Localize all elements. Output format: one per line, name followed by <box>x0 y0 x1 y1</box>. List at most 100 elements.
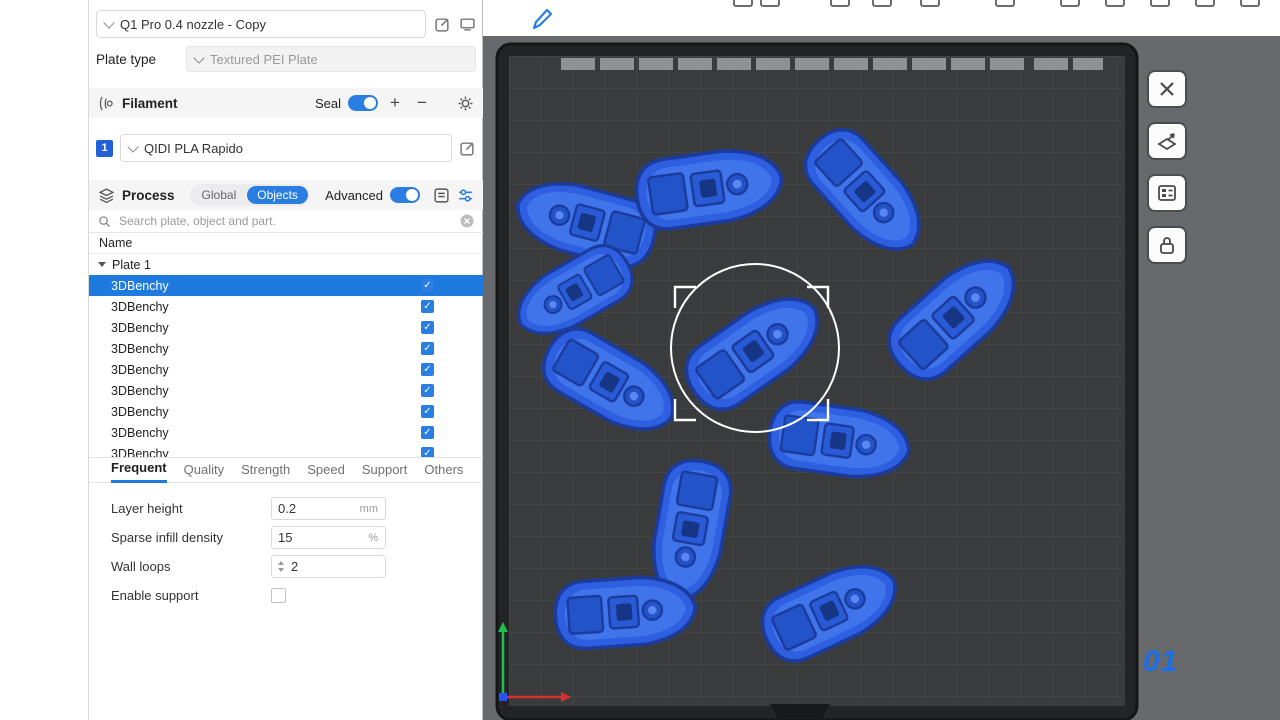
object-label: 3DBenchy <box>111 321 169 335</box>
filament-settings-gear-icon[interactable] <box>457 95 474 112</box>
toolbar-icon-partial[interactable] <box>995 0 1015 7</box>
search-row <box>89 210 483 233</box>
toolbar-icon-partial[interactable] <box>1195 0 1215 7</box>
toolbar-icon-partial[interactable] <box>733 0 753 7</box>
viewport-3d[interactable]: 01 <box>483 0 1280 720</box>
seal-label: Seal <box>315 96 341 111</box>
checkbox-checked[interactable]: ✓ <box>421 405 434 418</box>
sidebar: Q1 Pro 0.4 nozzle - Copy Plate type Text… <box>0 0 483 720</box>
object-label: 3DBenchy <box>111 426 169 440</box>
process-scope-switch: Global Objects <box>190 184 310 206</box>
filament-slot-row: 1 QIDI PLA Rapido <box>96 134 476 162</box>
checkbox-checked[interactable]: ✓ <box>421 279 434 292</box>
stepper-arrows-icon[interactable] <box>278 561 284 572</box>
wall-loops-input[interactable] <box>291 559 346 574</box>
tab-support[interactable]: Support <box>362 462 408 482</box>
collapse-chevron-icon[interactable] <box>98 262 106 267</box>
printer-select[interactable]: Q1 Pro 0.4 nozzle - Copy <box>96 10 426 38</box>
scope-global[interactable]: Global <box>192 186 247 204</box>
toolbar-icon-partial[interactable] <box>1150 0 1170 7</box>
object-label: 3DBenchy <box>111 384 169 398</box>
process-header: Process Global Objects Advanced <box>89 180 483 210</box>
auto-orient-icon <box>1156 130 1178 152</box>
layer-height-input[interactable] <box>278 501 348 516</box>
tab-quality[interactable]: Quality <box>184 462 224 482</box>
object-label: 3DBenchy <box>111 300 169 314</box>
plate-type-label: Plate type <box>96 52 186 67</box>
parameter-list-icon[interactable] <box>433 187 450 204</box>
object-settings-icon[interactable] <box>457 187 474 204</box>
toolbar-icon-partial[interactable] <box>872 0 892 7</box>
checkbox-checked[interactable]: ✓ <box>421 384 434 397</box>
scope-objects[interactable]: Objects <box>247 186 308 204</box>
edit-pencil-icon[interactable] <box>527 4 557 34</box>
sparse-infill-row: Sparse infill density % <box>111 526 483 549</box>
object-row[interactable]: 3DBenchy ✓ <box>89 380 483 401</box>
toolbar-icon-partial[interactable] <box>1060 0 1080 7</box>
wall-loops-row: Wall loops <box>111 555 483 578</box>
objects-name-header: Name <box>89 233 483 254</box>
checkbox-checked[interactable]: ✓ <box>421 447 434 458</box>
tab-frequent[interactable]: Frequent <box>111 460 167 483</box>
auto-orient-button[interactable] <box>1147 122 1187 160</box>
settings-tabs: Frequent Quality Strength Speed Support … <box>89 458 483 483</box>
layer-height-row: Layer height mm <box>111 497 483 520</box>
filament-header: Filament Seal + − <box>89 88 483 118</box>
object-label: 3DBenchy <box>111 342 169 356</box>
tab-others[interactable]: Others <box>424 462 463 482</box>
object-row[interactable]: 3DBenchy ✓ <box>89 317 483 338</box>
objects-tree: Plate 1 3DBenchy ✓ 3DBenchy ✓ 3DBenchy ✓ 3D… <box>89 254 483 458</box>
filament-select[interactable]: QIDI PLA Rapido <box>120 134 452 162</box>
remove-filament-button[interactable]: − <box>412 94 432 112</box>
plate-tree-label: Plate 1 <box>112 258 151 272</box>
checkbox-checked[interactable]: ✓ <box>421 426 434 439</box>
object-row[interactable]: 3DBenchy✓ <box>89 359 483 380</box>
chevron-down-icon <box>193 52 204 63</box>
plate-type-row: Plate type Textured PEI Plate <box>96 46 476 72</box>
enable-support-row: Enable support <box>111 584 483 607</box>
edit-printer-icon[interactable] <box>434 16 451 33</box>
viewport-topbar <box>483 0 1280 36</box>
search-icon <box>98 215 111 228</box>
checkbox-checked[interactable]: ✓ <box>421 342 434 355</box>
object-row[interactable]: 3DBenchy✓ <box>89 275 483 296</box>
arrange-icon <box>1156 182 1178 204</box>
checkbox-checked[interactable]: ✓ <box>421 321 434 334</box>
toolbar-icon-partial[interactable] <box>1105 0 1125 7</box>
process-layers-icon <box>98 187 115 204</box>
object-row[interactable]: 3DBenchy ✓ <box>89 401 483 422</box>
enable-support-checkbox[interactable] <box>271 588 286 603</box>
search-input[interactable] <box>117 213 454 229</box>
device-monitor-icon[interactable] <box>459 16 476 33</box>
tab-strength[interactable]: Strength <box>241 462 290 482</box>
object-row[interactable]: 3DBenchy ✓ <box>89 443 483 458</box>
process-title: Process <box>122 188 175 203</box>
toolbar-icon-partial[interactable] <box>830 0 850 7</box>
sparse-infill-input[interactable] <box>278 530 348 545</box>
toolbar-icon-partial[interactable] <box>1240 0 1260 7</box>
add-filament-button[interactable]: + <box>385 94 405 112</box>
toolbar-icon-partial[interactable] <box>760 0 780 7</box>
clear-search-icon[interactable] <box>460 214 474 228</box>
plate-tree-item[interactable]: Plate 1 <box>89 254 483 275</box>
object-label: 3DBenchy <box>111 447 169 459</box>
plate-type-select[interactable]: Textured PEI Plate <box>186 46 476 72</box>
lock-plate-button[interactable] <box>1147 226 1187 264</box>
plate-front-notch <box>770 704 830 718</box>
object-label: 3DBenchy <box>111 405 169 419</box>
toolbar-icon-partial[interactable] <box>920 0 940 7</box>
checkbox-checked[interactable]: ✓ <box>421 300 434 313</box>
checkbox-checked[interactable]: ✓ <box>421 363 434 376</box>
arrange-plate-button[interactable] <box>1147 174 1187 212</box>
object-row[interactable]: 3DBenchy ✓ <box>89 422 483 443</box>
app-window: Q1 Pro 0.4 nozzle - Copy Plate type Text… <box>0 0 1280 720</box>
object-row[interactable]: 3DBenchy ✓ <box>89 296 483 317</box>
edit-filament-icon[interactable] <box>459 140 476 157</box>
object-row[interactable]: 3DBenchy ✓ <box>89 338 483 359</box>
delete-plate-button[interactable] <box>1147 70 1187 108</box>
wall-loops-label: Wall loops <box>111 559 271 574</box>
seal-toggle[interactable] <box>348 95 378 111</box>
layer-height-unit: mm <box>360 503 378 515</box>
advanced-toggle[interactable] <box>390 187 420 203</box>
tab-speed[interactable]: Speed <box>307 462 345 482</box>
